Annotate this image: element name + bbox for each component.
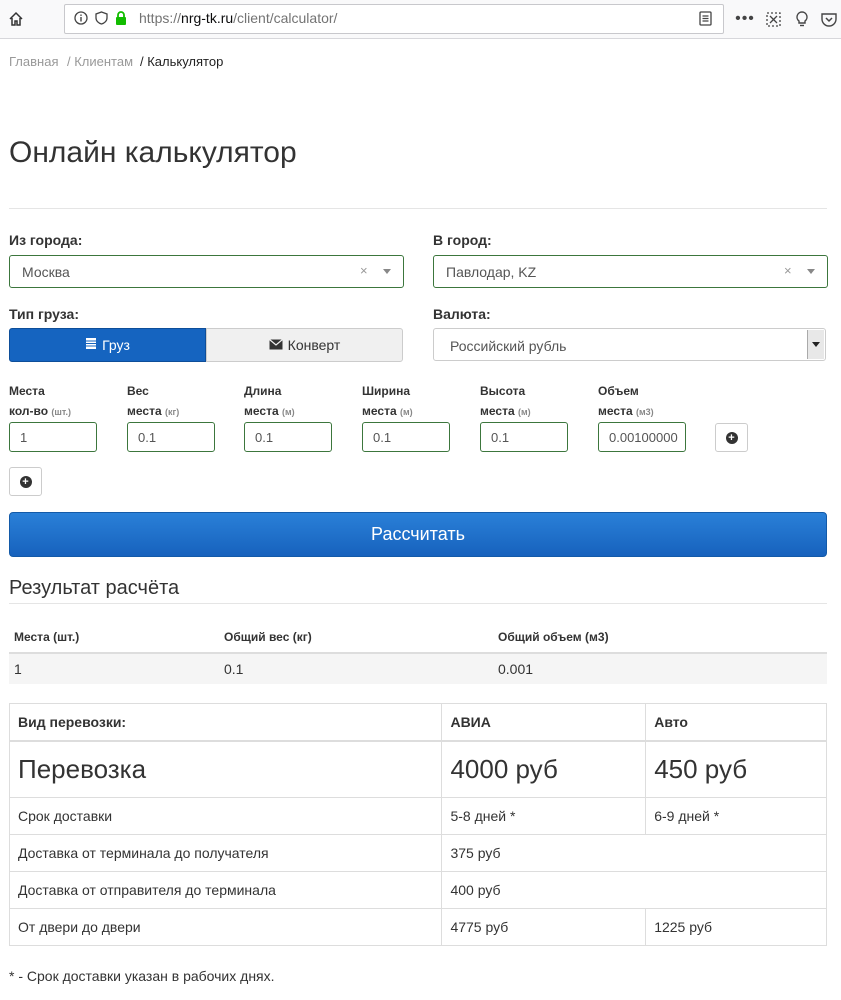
currency-select[interactable]: Российский рубль (433, 328, 826, 361)
browser-toolbar: https://nrg-tk.ru/client/calculator/ ••• (0, 0, 841, 39)
table-row: Вид перевозки: АВИА Авто (8, 703, 827, 742)
cargo-type-label: Тип груза: (9, 306, 79, 322)
to-city-select[interactable]: Павлодар, KZ × (433, 255, 828, 288)
length-input[interactable]: 0.1 (244, 422, 332, 452)
volume-input[interactable]: 0.00100000 (598, 422, 686, 452)
to-city-label: В город: (433, 232, 492, 248)
to-city-value: Павлодар, KZ (446, 264, 537, 280)
cargo-button-label: Груз (102, 337, 130, 353)
summary-row: 1 0.1 0.001 (9, 652, 827, 684)
url-scheme: https:// (139, 10, 182, 26)
delivery-time-label: Срок доставки (8, 797, 443, 835)
from-city-select[interactable]: Москва × (9, 255, 404, 288)
terminal-to-receiver-price: 375 руб (441, 834, 827, 872)
chevron-down-icon[interactable] (383, 269, 391, 274)
url-bar[interactable]: https://nrg-tk.ru/client/calculator/ (64, 4, 724, 34)
results-divider (9, 603, 827, 604)
clear-icon[interactable]: × (784, 263, 792, 278)
envelope-button[interactable]: Конверт (206, 328, 403, 362)
header-avia: АВИА (441, 703, 647, 742)
transport-auto-price: 450 руб (645, 740, 827, 798)
weight-input[interactable]: 0.1 (127, 422, 215, 452)
breadcrumb-home-link[interactable]: Главная (9, 54, 58, 69)
envelope-button-label: Конверт (287, 337, 341, 353)
add-place-button[interactable]: + (9, 467, 42, 496)
field-label-weight: Вес места (кг) (127, 384, 180, 418)
reader-view-icon[interactable] (697, 10, 713, 26)
calculate-button[interactable]: Рассчитать (9, 512, 827, 557)
breadcrumb-current: / Калькулятор (140, 54, 224, 69)
more-actions-icon[interactable]: ••• (734, 9, 756, 29)
breadcrumb-clients-link[interactable]: / Клиентам (67, 54, 133, 69)
lock-icon[interactable] (113, 9, 129, 27)
currency-value: Российский рубль (450, 338, 567, 354)
chevron-down-icon[interactable] (807, 269, 815, 274)
field-label-height: Высота места (м) (480, 384, 531, 418)
results-title: Результат расчёта (9, 577, 180, 599)
summary-weight: 0.1 (224, 661, 244, 677)
footnote: * - Срок доставки указан в рабочих днях. (9, 968, 275, 984)
screenshot-icon[interactable] (763, 9, 783, 29)
table-row: Срок доставки 5-8 дней * 6-9 дней * (8, 797, 827, 835)
table-row: Перевозка 4000 руб 450 руб (8, 740, 827, 798)
quantity-input[interactable]: 1 (9, 422, 97, 452)
title-divider (9, 208, 827, 209)
pocket-icon[interactable] (819, 9, 839, 29)
page-title: Онлайн калькулятор (9, 136, 297, 169)
tracking-shield-icon[interactable] (93, 10, 109, 26)
summary-places: 1 (14, 661, 22, 677)
width-input[interactable]: 0.1 (362, 422, 450, 452)
header-transport-type: Вид перевозки: (8, 703, 443, 742)
plus-circle-icon: + (725, 431, 738, 444)
header-auto: Авто (645, 703, 827, 742)
chevron-down-icon[interactable] (807, 330, 824, 359)
home-icon[interactable] (6, 9, 26, 29)
url-text[interactable]: https://nrg-tk.ru/client/calculator/ (139, 10, 337, 26)
field-label-length: Длина места (м) (244, 384, 295, 418)
delivery-time-auto: 6-9 дней * (645, 797, 827, 835)
sender-to-terminal-price: 400 руб (441, 871, 827, 909)
from-city-label: Из города: (9, 232, 83, 248)
add-dimension-button[interactable]: + (715, 423, 748, 452)
table-row: Доставка от терминала до получателя 375 … (8, 834, 827, 872)
table-row: Доставка от отправителя до терминала 400… (8, 871, 827, 909)
table-row: От двери до двери 4775 руб 1225 руб (8, 908, 827, 946)
height-input[interactable]: 0.1 (480, 422, 568, 452)
field-label-width: Ширина места (м) (362, 384, 413, 418)
delivery-time-avia: 5-8 дней * (441, 797, 647, 835)
summary-header-volume: Общий объем (м3) (498, 630, 609, 644)
transport-label: Перевозка (8, 740, 443, 798)
summary-header-places: Места (шт.) (14, 630, 80, 644)
lightbulb-icon[interactable] (792, 9, 812, 29)
url-host: nrg-tk.ru (181, 10, 234, 26)
rates-table: Вид перевозки: АВИА Авто Перевозка 4000 … (8, 703, 827, 946)
transport-avia-price: 4000 руб (441, 740, 647, 798)
url-path: /client/calculator/ (233, 10, 338, 26)
summary-volume: 0.001 (498, 661, 534, 677)
info-icon[interactable] (73, 10, 89, 26)
terminal-to-receiver-label: Доставка от терминала до получателя (8, 834, 443, 872)
summary-header-weight: Общий вес (кг) (224, 630, 312, 644)
cargo-button[interactable]: Груз (9, 328, 206, 362)
plus-circle-icon: + (19, 475, 32, 488)
door-to-door-avia: 4775 руб (441, 908, 647, 946)
from-city-value: Москва (22, 264, 70, 280)
clear-icon[interactable]: × (360, 263, 368, 278)
envelope-icon (268, 337, 283, 353)
door-to-door-label: От двери до двери (8, 908, 443, 946)
door-to-door-auto: 1225 руб (645, 908, 827, 946)
currency-label: Валюта: (433, 306, 491, 322)
field-label-volume: Объем места (м3) (598, 384, 654, 418)
cargo-box-icon (85, 337, 97, 353)
field-label-quantity: Места кол-во (шт.) (9, 384, 72, 418)
sender-to-terminal-label: Доставка от отправителя до терминала (8, 871, 443, 909)
